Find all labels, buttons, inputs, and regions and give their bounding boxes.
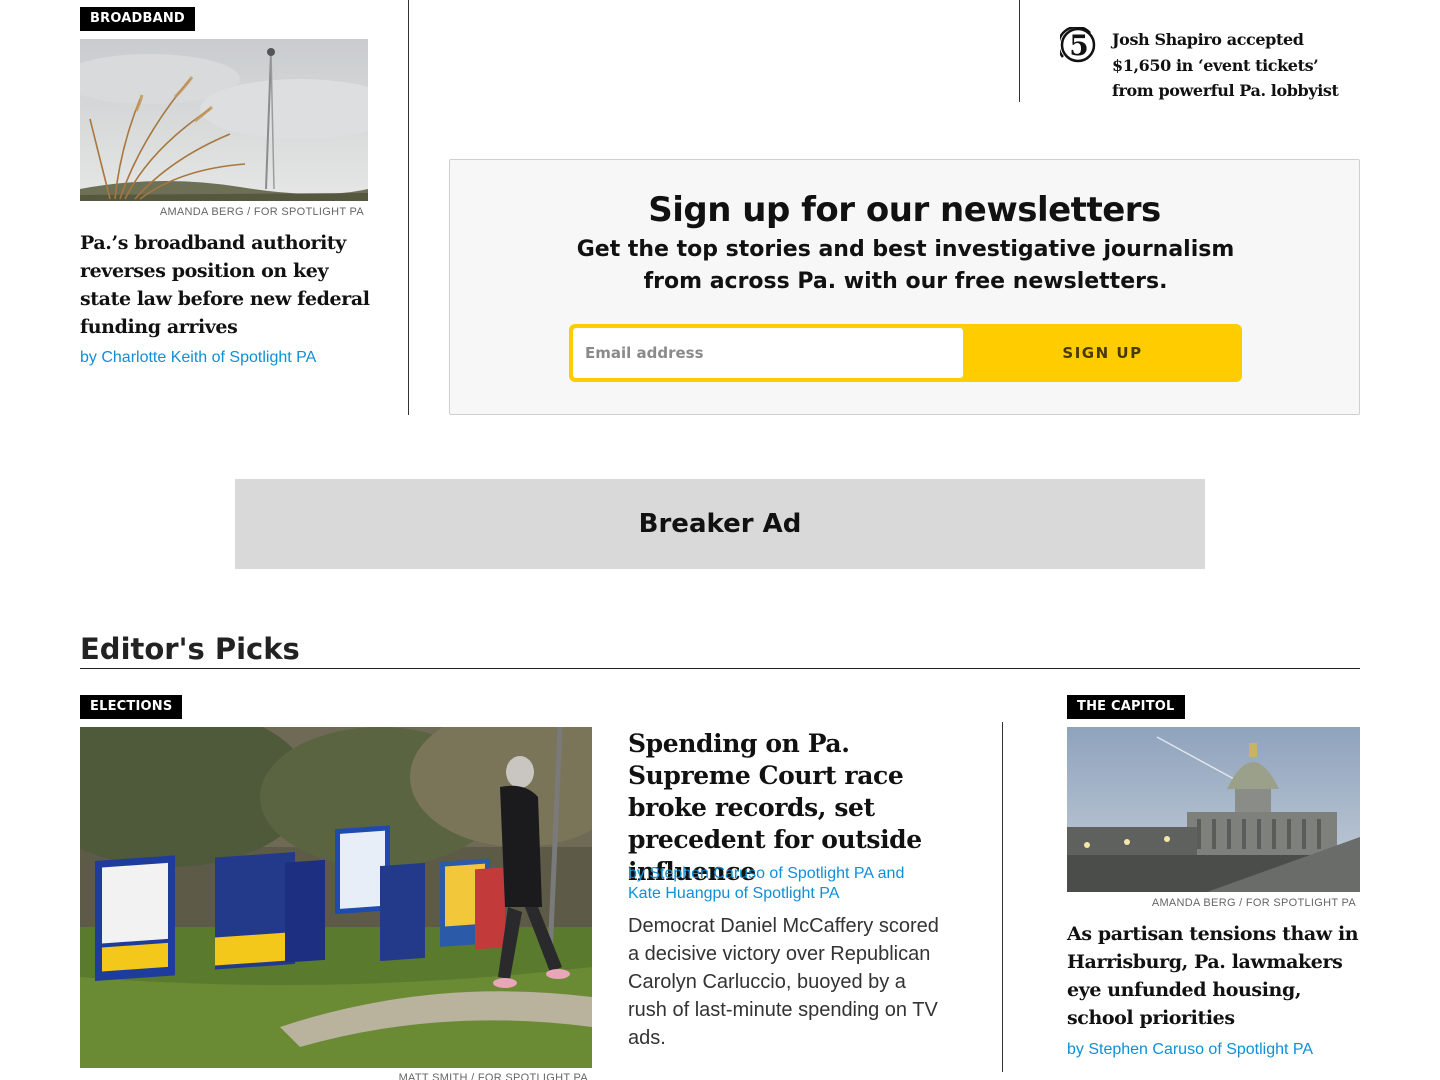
column-divider: [1002, 722, 1003, 1072]
newsletter-subtitle: Get the top stories and best investigati…: [576, 237, 1235, 294]
story-headline-broadband[interactable]: Pa.’s broadband authority reverses posit…: [80, 229, 380, 341]
side-story-headline[interactable]: As partisan tensions thaw in Harrisburg,…: [1067, 920, 1362, 1032]
photo-credit: AMANDA BERG / FOR SPOTLIGHT PA: [1151, 897, 1356, 909]
broadband-tower-photo[interactable]: [80, 39, 368, 201]
newsletter-form: SIGN UP: [569, 324, 1242, 382]
photo-credit: AMANDA BERG / FOR SPOTLIGHT PA: [159, 206, 364, 218]
most-read-headline[interactable]: Josh Shapiro accepted $1,650 in ‘event t…: [1112, 27, 1362, 104]
photo-credit: MATT SMITH / FOR SPOTLIGHT PA: [398, 1072, 588, 1080]
section-title-editors-picks: Editor's Picks: [80, 632, 300, 666]
feature-byline[interactable]: by Stephen Caruso of Spotlight PA and Ka…: [628, 864, 938, 904]
feature-summary: Democrat Daniel McCaffery scored a decis…: [628, 915, 939, 1049]
category-tag-broadband[interactable]: BROADBAND: [80, 7, 195, 31]
sign-up-button[interactable]: SIGN UP: [963, 324, 1242, 382]
election-signs-photo[interactable]: [80, 727, 592, 1068]
story-byline[interactable]: by Charlotte Keith of Spotlight PA: [80, 348, 380, 368]
category-tag-the-capitol[interactable]: THE CAPITOL: [1067, 695, 1185, 719]
column-divider: [1019, 0, 1020, 102]
column-divider: [408, 0, 409, 415]
newsletter-title: Sign up for our newsletters: [648, 190, 1161, 230]
breaker-ad-label: Breaker Ad: [638, 509, 802, 539]
capitol-building-photo[interactable]: [1067, 727, 1360, 892]
side-story-byline[interactable]: by Stephen Caruso of Spotlight PA: [1067, 1040, 1360, 1060]
rank-number-5-icon: 5: [1057, 25, 1096, 63]
email-input[interactable]: [573, 328, 963, 378]
svg-text:5: 5: [1069, 29, 1088, 62]
section-divider: [80, 668, 1360, 669]
newsletter-signup: Sign up for our newsletters Get the top …: [449, 159, 1360, 415]
breaker-ad[interactable]: Breaker Ad: [235, 479, 1205, 569]
category-tag-elections[interactable]: ELECTIONS: [80, 695, 183, 719]
